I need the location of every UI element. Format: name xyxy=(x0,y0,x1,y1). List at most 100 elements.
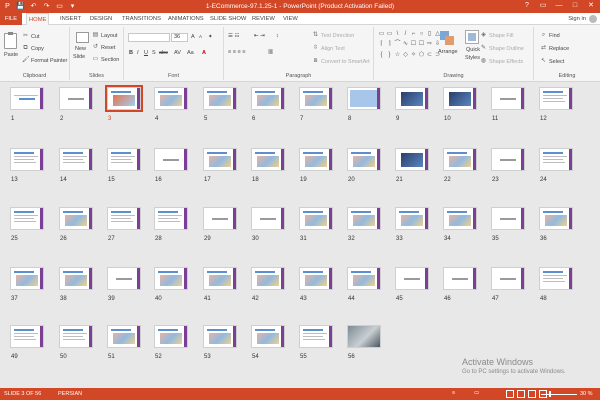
shape-icon[interactable]: ⇨ xyxy=(426,41,433,50)
tab-design[interactable]: DESIGN xyxy=(88,13,114,25)
reading-view-icon[interactable] xyxy=(528,390,536,398)
tab-transitions[interactable]: TRANSITIONS xyxy=(120,13,163,25)
shape-icon[interactable]: ⌐ xyxy=(410,31,417,40)
slide-thumbnail[interactable] xyxy=(491,148,525,171)
slide-thumbnail[interactable] xyxy=(10,325,44,348)
tab-animations[interactable]: ANIMATIONS xyxy=(166,13,206,25)
shape-icon[interactable]: ☐ xyxy=(410,41,417,50)
italic-button[interactable]: I xyxy=(137,50,139,56)
slide-thumbnail[interactable] xyxy=(347,87,381,110)
notes-button[interactable]: ≡ xyxy=(452,390,455,396)
replace-button[interactable]: ⇄ Replace xyxy=(540,45,569,52)
indent-icon[interactable]: ⇤ ⇥ xyxy=(254,33,265,39)
slide-thumbnail[interactable] xyxy=(539,87,573,110)
slide-thumbnail[interactable] xyxy=(10,148,44,171)
grow-font-button[interactable]: A xyxy=(191,34,195,40)
change-case-button[interactable]: Aa xyxy=(187,50,194,56)
slide-thumbnail[interactable] xyxy=(347,148,381,171)
slide-thumbnail[interactable] xyxy=(251,267,285,290)
tab-insert[interactable]: INSERT xyxy=(58,13,83,25)
find-button[interactable]: ⌕ Find xyxy=(540,32,560,39)
slide-thumbnail[interactable] xyxy=(299,87,333,110)
format-painter-button[interactable]: 🖌 Format Painter xyxy=(22,57,67,64)
tab-review[interactable]: REVIEW xyxy=(250,13,277,25)
minimize-icon[interactable]: — xyxy=(552,1,566,11)
language-indicator[interactable]: PERSIAN xyxy=(58,391,82,397)
zoom-level[interactable]: 30 % xyxy=(580,391,593,397)
reset-button[interactable]: ↺ Reset xyxy=(92,44,115,51)
slide-thumbnail[interactable] xyxy=(154,207,188,230)
slide-thumbnail[interactable] xyxy=(251,148,285,171)
shape-icon[interactable]: ▭ xyxy=(386,31,393,40)
paste-button[interactable]: Paste xyxy=(4,52,18,58)
clear-format-icon[interactable]: ✦ xyxy=(208,34,213,40)
underline-button[interactable]: U xyxy=(144,50,148,56)
slide-thumbnail[interactable] xyxy=(347,267,381,290)
slide-thumbnail[interactable] xyxy=(59,325,93,348)
align-left-icon[interactable]: ≡ ≡ ≡ ≡ xyxy=(228,49,245,55)
font-color-button[interactable]: A xyxy=(202,50,206,56)
slide-thumbnail[interactable] xyxy=(203,87,237,110)
normal-view-icon[interactable] xyxy=(506,390,514,398)
shape-effects-button[interactable]: ◍ Shape Effects xyxy=(480,58,523,65)
shadow-button[interactable]: S xyxy=(152,50,156,56)
align-text-button[interactable]: ⇳ Align Text xyxy=(312,45,345,52)
maximize-icon[interactable]: □ xyxy=(568,1,582,11)
slide-thumbnail[interactable] xyxy=(105,85,143,112)
slide-thumbnail[interactable] xyxy=(251,207,285,230)
slide-thumbnail[interactable] xyxy=(154,148,188,171)
quick-styles-button[interactable]: Quick xyxy=(466,47,480,53)
slide-thumbnail[interactable] xyxy=(443,148,477,171)
convert-smartart-button[interactable]: ⧈ Convert to SmartArt xyxy=(312,58,370,65)
slide-thumbnail[interactable] xyxy=(251,87,285,110)
shape-icon[interactable]: ☆ xyxy=(394,52,401,61)
select-button[interactable]: ↖ Select xyxy=(540,58,564,65)
slide-thumbnail[interactable] xyxy=(10,87,44,110)
tab-view[interactable]: VIEW xyxy=(281,13,300,25)
slide-thumbnail[interactable] xyxy=(203,207,237,230)
shape-icon[interactable]: ☐ xyxy=(418,41,425,50)
shape-icon[interactable]: ∿ xyxy=(402,41,409,50)
shape-fill-button[interactable]: ◈ Shape Fill xyxy=(480,32,513,39)
shape-icon[interactable]: \ xyxy=(394,31,401,40)
bullets-icon[interactable]: ☰ ☷ xyxy=(228,33,239,39)
slide-thumbnail[interactable] xyxy=(299,148,333,171)
slide-thumbnail[interactable] xyxy=(203,148,237,171)
character-spacing-button[interactable]: AV xyxy=(174,50,181,56)
slide-thumbnail[interactable] xyxy=(347,325,381,348)
layout-button[interactable]: ▤ Layout xyxy=(92,32,118,39)
shape-icon[interactable]: } xyxy=(386,52,393,61)
slide-thumbnail[interactable] xyxy=(395,148,429,171)
shape-icon[interactable]: ⌉ xyxy=(386,41,393,50)
quick-styles-button-label-2[interactable]: Styles xyxy=(465,55,480,61)
columns-icon[interactable]: ▥ xyxy=(268,49,273,55)
slide-sorter-view-icon[interactable] xyxy=(517,390,525,398)
zoom-slider-thumb[interactable] xyxy=(549,391,551,397)
slide-thumbnail[interactable] xyxy=(10,267,44,290)
shape-icon[interactable]: ◇ xyxy=(402,52,409,61)
paste-icon[interactable] xyxy=(4,32,17,49)
shape-icon[interactable]: / xyxy=(402,31,409,40)
shrink-font-button[interactable]: A xyxy=(199,34,202,39)
sign-in-link[interactable]: Sign in xyxy=(568,13,586,25)
slide-thumbnail[interactable] xyxy=(539,267,573,290)
font-name-select[interactable] xyxy=(128,33,170,42)
zoom-slider[interactable] xyxy=(541,394,577,395)
slide-thumbnail[interactable] xyxy=(59,267,93,290)
slide-thumbnail[interactable] xyxy=(443,267,477,290)
bold-button[interactable]: B xyxy=(129,50,133,56)
slide-thumbnail[interactable] xyxy=(395,207,429,230)
comments-button[interactable]: ▭ xyxy=(474,390,479,396)
section-button[interactable]: ▭ Section xyxy=(92,56,120,63)
slide-thumbnail[interactable] xyxy=(395,87,429,110)
text-direction-button[interactable]: ⇅ Text Direction xyxy=(312,32,354,39)
slide-thumbnail[interactable] xyxy=(154,87,188,110)
slide-thumbnail[interactable] xyxy=(107,207,141,230)
shape-icon[interactable]: ○ xyxy=(418,31,425,40)
new-slide-button[interactable]: New xyxy=(75,46,86,52)
slide-thumbnail[interactable] xyxy=(491,267,525,290)
slide-thumbnail[interactable] xyxy=(299,207,333,230)
user-avatar[interactable] xyxy=(589,15,597,23)
shape-icon[interactable]: { xyxy=(378,52,385,61)
slide-thumbnail[interactable] xyxy=(299,267,333,290)
